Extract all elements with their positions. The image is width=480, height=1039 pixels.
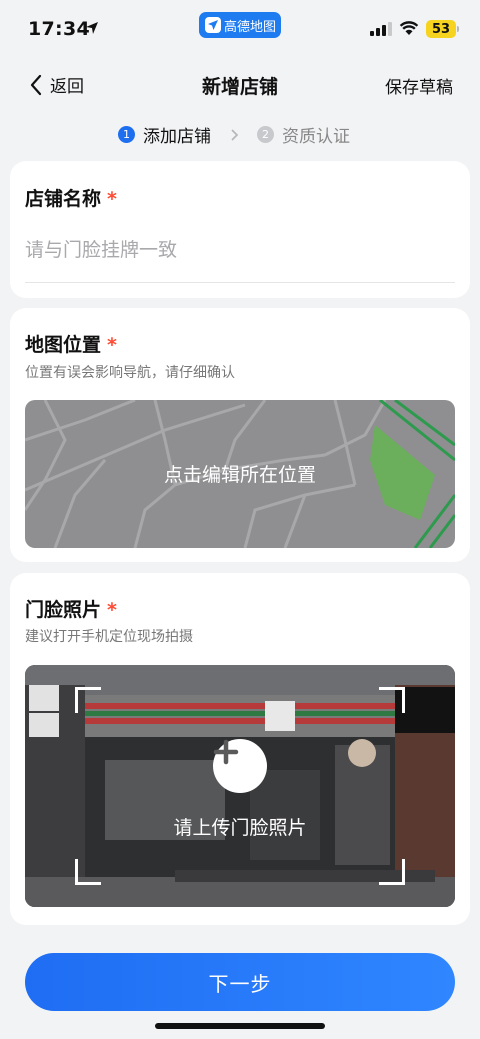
map-location-subtitle: 位置有误会影响导航，请仔细确认	[25, 365, 235, 381]
frame-corner-bottom-left	[75, 859, 101, 885]
storefront-photo-title: 门脸照片 *	[25, 595, 117, 622]
store-name-label: 店铺名称	[25, 188, 102, 210]
frame-corner-top-left	[75, 687, 101, 713]
map-location-label: 地图位置	[25, 334, 102, 356]
chevron-left-icon	[30, 74, 42, 95]
plus-icon	[213, 739, 239, 765]
input-divider	[25, 282, 455, 283]
back-label: 返回	[50, 77, 84, 97]
photo-upload-area[interactable]: 请上传门脸照片	[25, 665, 455, 907]
map-location-card: 地图位置 * 位置有误会影响导航，请仔细确认 点击编辑所在位置	[10, 308, 470, 562]
storefront-photo-subtitle: 建议打开手机定位现场拍摄	[25, 629, 193, 645]
status-bar: 17:34 高德地图 53	[0, 0, 480, 58]
status-time: 17:34	[28, 18, 90, 40]
frame-corner-top-right	[379, 687, 405, 713]
wifi-icon	[399, 21, 419, 35]
chevron-right-icon	[231, 128, 239, 141]
frame-corner-bottom-right	[379, 859, 405, 885]
storefront-photo-label: 门脸照片	[25, 599, 102, 621]
step-2-number: 2	[257, 126, 274, 143]
required-mark: *	[107, 188, 117, 210]
signal-icon	[370, 22, 392, 36]
store-name-input[interactable]	[25, 231, 455, 269]
map-preview[interactable]: 点击编辑所在位置	[25, 400, 455, 548]
store-name-card: 店铺名称 *	[10, 161, 470, 298]
next-step-button[interactable]: 下一步	[25, 953, 455, 1011]
battery-level: 53	[431, 21, 451, 37]
add-photo-button[interactable]	[213, 739, 267, 793]
step-indicator: 1 添加店铺 2 资质认证	[118, 122, 350, 147]
required-mark: *	[107, 599, 117, 621]
step-1-label: 添加店铺	[143, 127, 211, 147]
location-arrow-icon	[86, 22, 98, 34]
map-location-title: 地图位置 *	[25, 330, 117, 357]
back-button[interactable]: 返回	[30, 72, 84, 97]
amap-logo-icon	[205, 17, 221, 33]
app-badge-label: 高德地图	[224, 19, 277, 35]
required-mark: *	[107, 334, 117, 356]
save-draft-button[interactable]: 保存草稿	[385, 73, 453, 98]
battery-tip	[457, 26, 459, 32]
battery-icon: 53	[426, 20, 456, 38]
storefront-photo-card: 门脸照片 * 建议打开手机定位现场拍摄 请上传门脸照片	[10, 573, 470, 925]
home-indicator[interactable]	[155, 1023, 325, 1029]
map-edit-prompt: 点击编辑所在位置	[163, 464, 316, 486]
store-name-title: 店铺名称 *	[25, 184, 117, 211]
nav-bar: 返回 新增店铺 保存草稿	[0, 62, 480, 108]
step-2-label: 资质认证	[282, 127, 350, 147]
step-1-number: 1	[118, 126, 135, 143]
app-badge[interactable]: 高德地图	[199, 12, 281, 38]
photo-upload-prompt: 请上传门脸照片	[173, 817, 307, 839]
